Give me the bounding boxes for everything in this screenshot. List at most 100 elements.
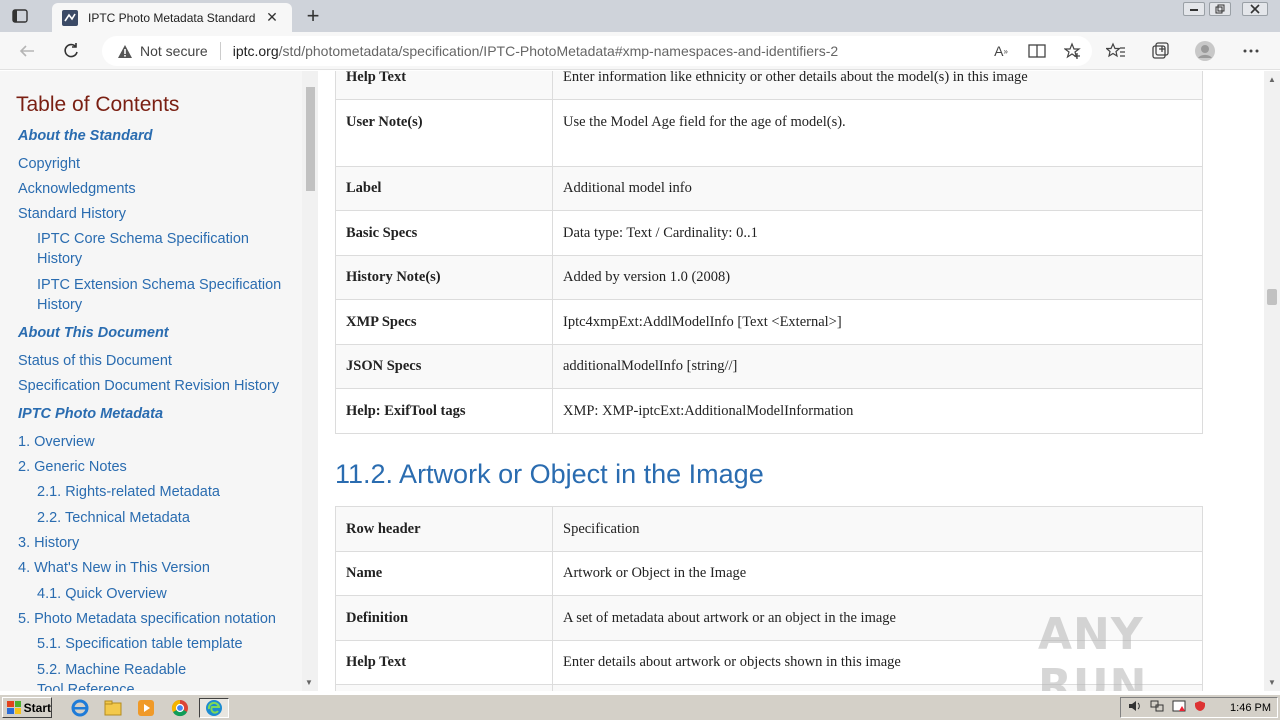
browser-tab[interactable]: IPTC Photo Metadata Standard ✕ <box>52 3 292 32</box>
toc-link[interactable]: 5.2. Machine Readable <box>37 662 186 678</box>
browser-toolbar: Not secure iptc.org/std/photometadata/sp… <box>0 32 1280 70</box>
page-scroll-up-icon[interactable]: ▲ <box>1268 75 1276 84</box>
page-scrollbar[interactable]: ▲ ▼ <box>1264 71 1280 691</box>
toc-link[interactable]: 5. Photo Metadata specification notation <box>18 611 276 627</box>
row-header-cell: Name <box>335 551 553 596</box>
not-secure-label[interactable]: Not secure <box>140 43 208 59</box>
restore-icon[interactable] <box>1209 2 1231 16</box>
main-content: Help Text Enter information like ethnicit… <box>318 71 1264 691</box>
row-header-cell: History Note(s) <box>335 255 553 300</box>
toc-link[interactable]: Copyright <box>18 156 80 172</box>
tab-close-icon[interactable]: ✕ <box>262 8 282 28</box>
toc-link[interactable]: 4.1. Quick Overview <box>37 586 167 602</box>
refresh-button[interactable] <box>58 39 84 63</box>
row-value-cell: Specification <box>552 506 1203 552</box>
row-value-cell: Use the Model Age field for the age of m… <box>552 99 1203 167</box>
toc-link[interactable]: Standard History <box>18 206 126 222</box>
toc-link[interactable]: History <box>37 297 82 313</box>
row-value-cell: Artwork or Object in the Image <box>552 551 1203 596</box>
section-heading: 11.2. Artwork or Object in the Image <box>335 459 764 489</box>
row-header-cell: Label <box>335 166 553 211</box>
toc-section-link[interactable]: About This Document <box>18 325 169 341</box>
table-row: XMP Specs Iptc4xmpExt:AddlModelInfo [Text… <box>335 299 1203 345</box>
immersive-reader-icon[interactable] <box>1026 41 1048 61</box>
table-row: Name Artwork or Object in the Image <box>335 551 1203 596</box>
toc-link[interactable]: 2. Generic Notes <box>18 459 127 475</box>
edge-icon[interactable] <box>199 698 229 718</box>
tab-title: IPTC Photo Metadata Standard <box>88 10 256 25</box>
address-bar[interactable]: Not secure iptc.org/std/photometadata/sp… <box>102 36 1092 66</box>
page-scroll-down-icon[interactable]: ▼ <box>1268 678 1276 687</box>
url-host: iptc.org <box>232 43 279 59</box>
table-row: Label Additional model info <box>335 166 1203 211</box>
table-row: Row header Specification <box>335 506 1203 552</box>
start-label: Start <box>23 700 51 715</box>
row-header-cell: JSON Specs <box>335 344 553 389</box>
read-aloud-icon[interactable]: A» <box>990 41 1012 61</box>
row-value-cell: XMP: XMP-iptcExt:AdditionalModelInformat… <box>552 388 1203 434</box>
sidebar-scroll-down-icon[interactable]: ▼ <box>305 678 313 687</box>
ie-icon[interactable] <box>68 698 92 718</box>
collections-icon[interactable] <box>1147 39 1173 63</box>
table-row: History Note(s) Added by version 1.0 (200… <box>335 255 1203 300</box>
sidebar-scrollbar[interactable]: ▼ <box>302 71 318 691</box>
security-alert-icon[interactable] <box>1172 699 1186 717</box>
shield-icon[interactable] <box>1194 699 1206 717</box>
url-text[interactable]: iptc.org/std/photometadata/specification… <box>233 43 838 59</box>
network-icon[interactable] <box>1150 699 1164 717</box>
toc-link[interactable]: 5.1. Specification table template <box>37 636 243 652</box>
new-tab-button[interactable]: + <box>300 3 326 28</box>
row-value-cell: additionalModelInfo [string//] <box>552 344 1203 389</box>
row-value-cell: Additional model info <box>552 166 1203 211</box>
chrome-icon[interactable] <box>168 698 192 718</box>
explorer-folder-icon[interactable] <box>101 698 125 718</box>
row-header-cell: Row header <box>335 506 553 552</box>
toc-link[interactable]: 2.1. Rights-related Metadata <box>37 484 220 500</box>
toc-link[interactable]: 1. Overview <box>18 434 95 450</box>
row-value-cell: Enter information like ethnicity or othe… <box>552 71 1203 100</box>
row-value-cell: Data type: Text / Cardinality: 0..1 <box>552 210 1203 256</box>
table-row: Help Text Enter information like ethnicit… <box>335 71 1203 100</box>
media-player-icon[interactable] <box>134 698 158 718</box>
start-button[interactable]: Start <box>2 697 52 718</box>
table-row: Help: ExifTool tags XMP: XMP-iptcExt:Addi… <box>335 388 1203 434</box>
window-close-icon[interactable] <box>1242 2 1268 16</box>
row-header-cell: Help Text <box>335 640 553 685</box>
profile-avatar[interactable] <box>1192 39 1218 63</box>
more-menu-icon[interactable] <box>1238 39 1264 63</box>
add-favorite-icon[interactable] <box>1062 41 1084 61</box>
tab-actions-icon[interactable] <box>8 6 32 26</box>
toc-link[interactable]: 3. History <box>18 535 79 551</box>
toc-link[interactable]: IPTC Core Schema Specification <box>37 231 249 247</box>
row-header-cell: Help: ExifTool tags <box>335 388 553 434</box>
toc-link[interactable]: History <box>37 251 82 267</box>
toc-link[interactable]: Status of this Document <box>18 353 172 369</box>
row-header-cell: XMP Specs <box>335 299 553 345</box>
toc-link[interactable]: Specification Document Revision History <box>18 378 279 394</box>
favorites-icon[interactable] <box>1103 39 1129 63</box>
tab-strip: IPTC Photo Metadata Standard ✕ + <box>0 0 1280 32</box>
url-path: /std/photometadata/specification/IPTC-Ph… <box>278 43 839 59</box>
volume-icon[interactable] <box>1128 699 1142 717</box>
toc-section-link[interactable]: About the Standard <box>18 128 153 144</box>
row-header-cell: User Note(s) <box>335 99 553 167</box>
toc-link[interactable]: IPTC Extension Schema Specification <box>37 277 281 293</box>
sidebar-scroll-thumb[interactable] <box>306 87 315 191</box>
windows-logo-icon <box>7 700 21 714</box>
back-button[interactable] <box>14 39 40 63</box>
clock: 1:46 PM <box>1230 701 1271 714</box>
toc-link[interactable]: Acknowledgments <box>18 181 136 197</box>
toc-link[interactable]: 4. What's New in This Version <box>18 560 210 576</box>
page-scroll-thumb[interactable] <box>1267 289 1277 305</box>
toc-title: Table of Contents <box>16 93 180 116</box>
minimize-icon[interactable] <box>1183 2 1205 16</box>
toc-section-link[interactable]: IPTC Photo Metadata <box>18 406 163 422</box>
toc-link[interactable]: Tool Reference <box>37 682 135 691</box>
warning-icon[interactable] <box>116 42 134 60</box>
table-row: JSON Specs additionalModelInfo [string//] <box>335 344 1203 389</box>
table-row: Basic Specs Data type: Text / Cardinality… <box>335 210 1203 256</box>
toc-link[interactable]: 2.2. Technical Metadata <box>37 510 190 526</box>
toc-sidebar: Table of Contents About the Standard Copy… <box>0 71 302 691</box>
row-header-cell <box>335 684 553 691</box>
taskbar: Start 1:46 PM <box>0 694 1280 720</box>
